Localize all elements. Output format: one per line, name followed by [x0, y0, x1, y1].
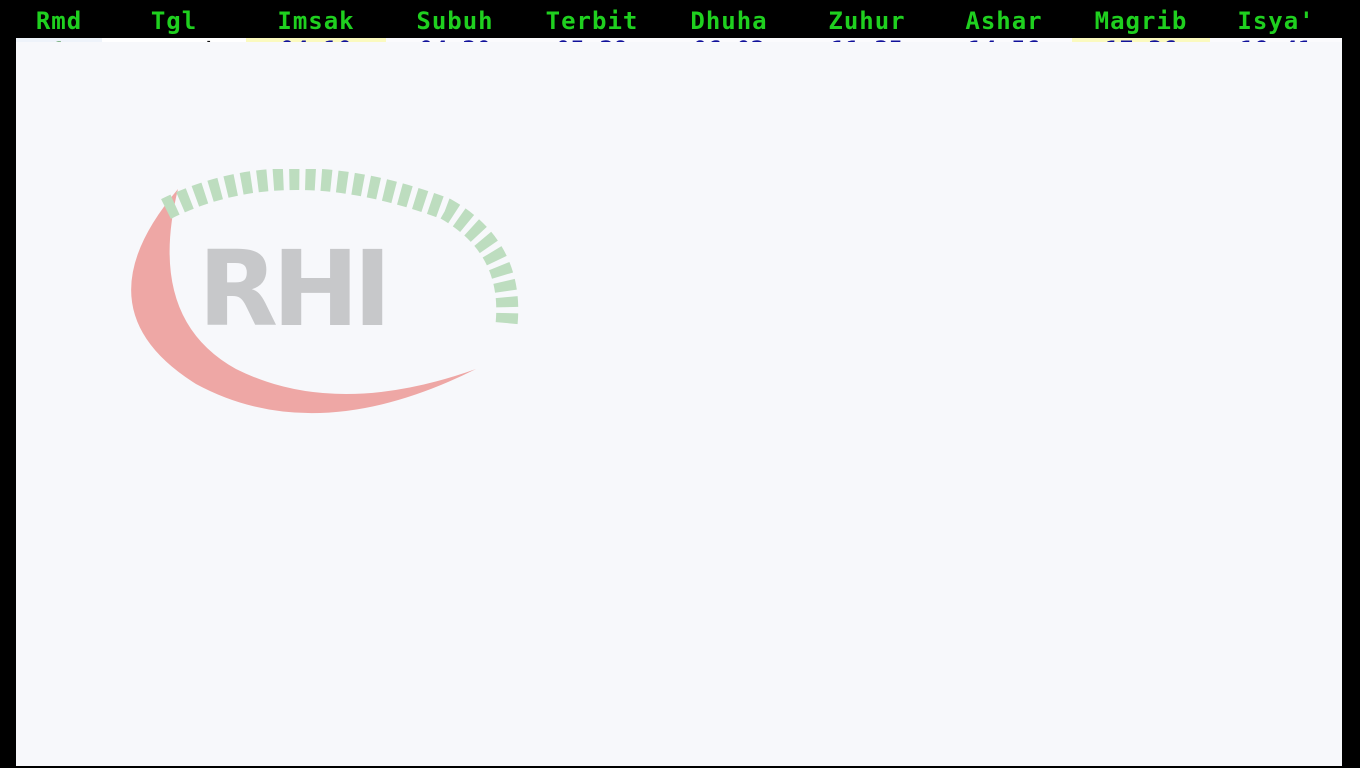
header-ashar: Ashar — [936, 4, 1072, 38]
header-dhuha: Dhuha — [660, 4, 798, 38]
header-imsak: Imsak — [246, 4, 386, 38]
schedule-container: Rmd Tgl Imsak Subuh Terbit Dhuha Zuhur A… — [16, 4, 1342, 766]
header-magrib: Magrib — [1072, 4, 1210, 38]
header-terbit: Terbit — [524, 4, 660, 38]
table-body-background — [16, 42, 1342, 766]
header-tgl: Tgl — [102, 4, 246, 38]
page-frame: Rmd Tgl Imsak Subuh Terbit Dhuha Zuhur A… — [0, 0, 1360, 768]
header-subuh: Subuh — [386, 4, 524, 38]
header-isya: Isya' — [1210, 4, 1342, 38]
header-row: Rmd Tgl Imsak Subuh Terbit Dhuha Zuhur A… — [16, 4, 1342, 38]
header-zuhur: Zuhur — [798, 4, 936, 38]
header-rmd: Rmd — [16, 4, 102, 38]
